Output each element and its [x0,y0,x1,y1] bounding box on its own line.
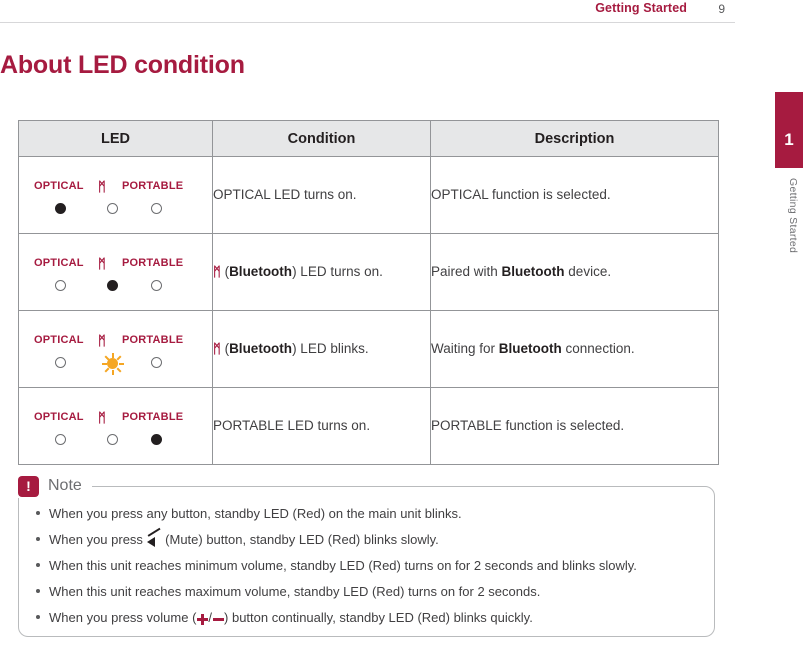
bluetooth-icon: ᛗ [98,255,106,271]
led-label-portable: PORTABLE [122,333,184,346]
bluetooth-icon: ᛗ [98,409,106,425]
table-row: OPTICAL ᛗ PORTABLE PORTABLE LED turns on. PO… [18,387,719,465]
cell-condition: OPTICAL LED turns on. [212,156,431,234]
column-header-description: Description [430,120,719,157]
note-item: When this unit reaches maximum volume, s… [36,583,696,600]
page-title: About LED condition [0,51,245,79]
mute-icon [146,527,162,547]
led-indicator-0 [55,202,66,214]
led-label-row: OPTICAL ᛗ PORTABLE [19,255,210,271]
page-number: 9 [718,2,725,16]
led-dot-row [19,352,210,377]
exclamation-icon: ! [18,475,39,497]
cell-condition: ᛗ (Bluetooth) LED blinks. [212,310,431,388]
led-label-optical: OPTICAL [34,333,84,346]
led-indicator-2 [151,202,162,214]
note-title: Note [48,477,82,494]
table-row: OPTICAL ᛗ PORTABLE OPTICAL LED turns on. OPT… [18,156,719,234]
page-header: Getting Started 9 [0,0,803,24]
table-row: OPTICAL ᛗ PORTABLE ᛗ (Bluetooth) LED blinks… [18,310,719,388]
led-indicator-1 [107,279,118,291]
note-header: ! Note [18,474,92,498]
header-divider [0,22,735,23]
led-indicator-2 [151,356,162,368]
led-label-portable: PORTABLE [122,179,184,192]
bluetooth-icon: ᛗ [213,263,221,279]
bluetooth-icon: ᛗ [213,340,221,356]
cell-led: OPTICAL ᛗ PORTABLE [18,387,213,465]
led-indicator-1 [107,433,118,445]
note-item: When you press any button, standby LED (… [36,505,696,522]
led-diagram: OPTICAL ᛗ PORTABLE [19,235,210,310]
led-dot-row [19,279,210,300]
note-item: When you press (Mute) button, standby LE… [36,527,696,548]
led-diagram: OPTICAL ᛗ PORTABLE [19,312,210,387]
table-body: OPTICAL ᛗ PORTABLE OPTICAL LED turns on. OPT… [18,156,719,465]
led-indicator-0 [55,356,66,368]
led-label-portable: PORTABLE [122,410,184,423]
led-diagram: OPTICAL ᛗ PORTABLE [19,389,210,464]
table-header-row: LED Condition Description [18,120,719,157]
led-label-row: OPTICAL ᛗ PORTABLE [19,332,210,348]
led-indicator-0 [55,433,66,445]
column-header-condition: Condition [212,120,431,157]
cell-description: OPTICAL function is selected. [430,156,719,234]
column-header-led: LED [18,120,213,157]
led-label-portable: PORTABLE [122,256,184,269]
cell-description: PORTABLE function is selected. [430,387,719,465]
led-label-row: OPTICAL ᛗ PORTABLE [19,409,210,425]
chapter-label: Getting Started [787,178,799,254]
table-row: OPTICAL ᛗ PORTABLE ᛗ (Bluetooth) LED turns … [18,233,719,311]
chapter-tab: 1 [775,92,803,168]
note-list: When you press any button, standby LED (… [36,505,696,635]
led-label-optical: OPTICAL [34,256,84,269]
table-head: LED Condition Description [18,120,719,157]
chapter-number: 1 [784,130,794,149]
volume-down-icon [212,613,225,624]
led-indicator-2 [151,433,162,445]
led-indicator-0 [55,279,66,291]
led-indicator-1 [107,202,118,214]
header-title: Getting Started [595,1,687,15]
cell-led: OPTICAL ᛗ PORTABLE [18,233,213,311]
cell-condition: PORTABLE LED turns on. [212,387,431,465]
bluetooth-icon: ᛗ [98,178,106,194]
cell-led: OPTICAL ᛗ PORTABLE [18,310,213,388]
led-indicator-2 [151,279,162,291]
led-dot-row [19,202,210,223]
cell-condition: ᛗ (Bluetooth) LED turns on. [212,233,431,311]
led-blink-indicator [102,352,124,375]
led-diagram: OPTICAL ᛗ PORTABLE [19,158,210,233]
volume-up-icon [196,613,209,625]
cell-description: Waiting for Bluetooth connection. [430,310,719,388]
led-dot-row [19,433,210,454]
led-label-optical: OPTICAL [34,179,84,192]
led-label-optical: OPTICAL [34,410,84,423]
note-item: When you press volume (/) button continu… [36,609,696,626]
bluetooth-icon: ᛗ [98,332,106,348]
cell-description: Paired with Bluetooth device. [430,233,719,311]
led-label-row: OPTICAL ᛗ PORTABLE [19,178,210,194]
led-condition-table: LED Condition Description OPTICAL ᛗ PORTAB… [18,120,719,465]
cell-led: OPTICAL ᛗ PORTABLE [18,156,213,234]
note-item: When this unit reaches minimum volume, s… [36,557,696,574]
